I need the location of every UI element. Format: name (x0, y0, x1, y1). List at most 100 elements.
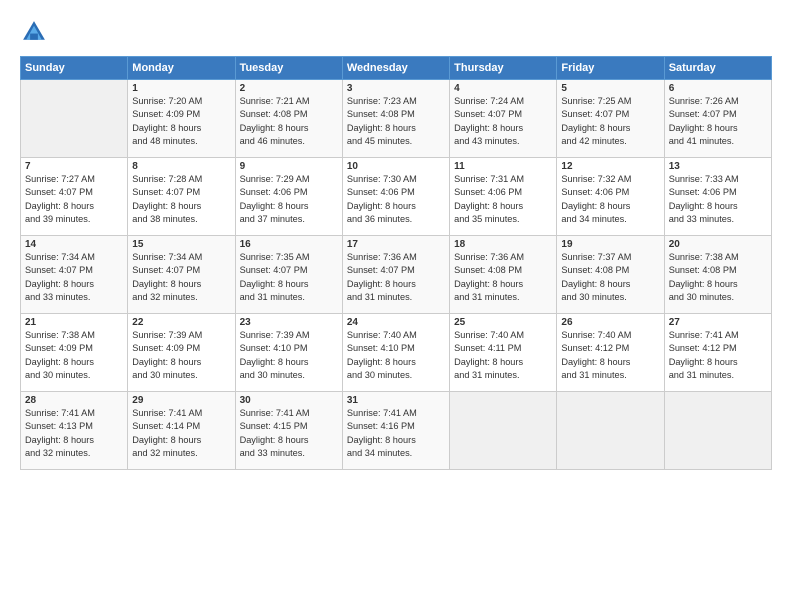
day-number: 6 (669, 83, 767, 94)
day-number: 15 (132, 239, 230, 250)
calendar-cell: 29Sunrise: 7:41 AMSunset: 4:14 PMDayligh… (128, 392, 235, 470)
col-header-monday: Monday (128, 57, 235, 80)
day-info: Sunrise: 7:38 AMSunset: 4:08 PMDaylight:… (669, 251, 767, 304)
day-info: Sunrise: 7:23 AMSunset: 4:08 PMDaylight:… (347, 95, 445, 148)
day-info: Sunrise: 7:21 AMSunset: 4:08 PMDaylight:… (240, 95, 338, 148)
week-row-3: 21Sunrise: 7:38 AMSunset: 4:09 PMDayligh… (21, 314, 772, 392)
calendar-cell: 7Sunrise: 7:27 AMSunset: 4:07 PMDaylight… (21, 158, 128, 236)
col-header-saturday: Saturday (664, 57, 771, 80)
day-info: Sunrise: 7:29 AMSunset: 4:06 PMDaylight:… (240, 173, 338, 226)
day-number: 9 (240, 161, 338, 172)
day-info: Sunrise: 7:20 AMSunset: 4:09 PMDaylight:… (132, 95, 230, 148)
day-number: 22 (132, 317, 230, 328)
day-number: 21 (25, 317, 123, 328)
calendar-header-row: SundayMondayTuesdayWednesdayThursdayFrid… (21, 57, 772, 80)
calendar-cell (21, 80, 128, 158)
col-header-friday: Friday (557, 57, 664, 80)
calendar-cell: 13Sunrise: 7:33 AMSunset: 4:06 PMDayligh… (664, 158, 771, 236)
page: SundayMondayTuesdayWednesdayThursdayFrid… (0, 0, 792, 612)
day-info: Sunrise: 7:37 AMSunset: 4:08 PMDaylight:… (561, 251, 659, 304)
calendar-cell: 26Sunrise: 7:40 AMSunset: 4:12 PMDayligh… (557, 314, 664, 392)
day-info: Sunrise: 7:28 AMSunset: 4:07 PMDaylight:… (132, 173, 230, 226)
calendar-cell (664, 392, 771, 470)
calendar-cell: 4Sunrise: 7:24 AMSunset: 4:07 PMDaylight… (450, 80, 557, 158)
logo (20, 18, 54, 46)
day-number: 24 (347, 317, 445, 328)
week-row-1: 7Sunrise: 7:27 AMSunset: 4:07 PMDaylight… (21, 158, 772, 236)
day-info: Sunrise: 7:31 AMSunset: 4:06 PMDaylight:… (454, 173, 552, 226)
day-number: 13 (669, 161, 767, 172)
calendar-cell: 12Sunrise: 7:32 AMSunset: 4:06 PMDayligh… (557, 158, 664, 236)
calendar-cell: 11Sunrise: 7:31 AMSunset: 4:06 PMDayligh… (450, 158, 557, 236)
calendar-cell: 31Sunrise: 7:41 AMSunset: 4:16 PMDayligh… (342, 392, 449, 470)
calendar-cell: 20Sunrise: 7:38 AMSunset: 4:08 PMDayligh… (664, 236, 771, 314)
day-info: Sunrise: 7:40 AMSunset: 4:12 PMDaylight:… (561, 329, 659, 382)
day-number: 19 (561, 239, 659, 250)
day-number: 26 (561, 317, 659, 328)
calendar-cell: 28Sunrise: 7:41 AMSunset: 4:13 PMDayligh… (21, 392, 128, 470)
day-info: Sunrise: 7:40 AMSunset: 4:11 PMDaylight:… (454, 329, 552, 382)
day-number: 17 (347, 239, 445, 250)
day-number: 29 (132, 395, 230, 406)
calendar-cell: 5Sunrise: 7:25 AMSunset: 4:07 PMDaylight… (557, 80, 664, 158)
week-row-0: 1Sunrise: 7:20 AMSunset: 4:09 PMDaylight… (21, 80, 772, 158)
day-info: Sunrise: 7:32 AMSunset: 4:06 PMDaylight:… (561, 173, 659, 226)
day-info: Sunrise: 7:39 AMSunset: 4:10 PMDaylight:… (240, 329, 338, 382)
day-number: 28 (25, 395, 123, 406)
calendar-table: SundayMondayTuesdayWednesdayThursdayFrid… (20, 56, 772, 470)
calendar-cell: 9Sunrise: 7:29 AMSunset: 4:06 PMDaylight… (235, 158, 342, 236)
calendar-cell: 3Sunrise: 7:23 AMSunset: 4:08 PMDaylight… (342, 80, 449, 158)
day-info: Sunrise: 7:41 AMSunset: 4:15 PMDaylight:… (240, 407, 338, 460)
day-number: 31 (347, 395, 445, 406)
calendar-cell: 30Sunrise: 7:41 AMSunset: 4:15 PMDayligh… (235, 392, 342, 470)
col-header-thursday: Thursday (450, 57, 557, 80)
week-row-4: 28Sunrise: 7:41 AMSunset: 4:13 PMDayligh… (21, 392, 772, 470)
calendar-cell: 24Sunrise: 7:40 AMSunset: 4:10 PMDayligh… (342, 314, 449, 392)
calendar-cell: 19Sunrise: 7:37 AMSunset: 4:08 PMDayligh… (557, 236, 664, 314)
calendar-cell: 17Sunrise: 7:36 AMSunset: 4:07 PMDayligh… (342, 236, 449, 314)
week-row-2: 14Sunrise: 7:34 AMSunset: 4:07 PMDayligh… (21, 236, 772, 314)
calendar-cell: 1Sunrise: 7:20 AMSunset: 4:09 PMDaylight… (128, 80, 235, 158)
day-number: 7 (25, 161, 123, 172)
day-number: 27 (669, 317, 767, 328)
day-number: 16 (240, 239, 338, 250)
col-header-wednesday: Wednesday (342, 57, 449, 80)
day-info: Sunrise: 7:27 AMSunset: 4:07 PMDaylight:… (25, 173, 123, 226)
calendar-cell: 10Sunrise: 7:30 AMSunset: 4:06 PMDayligh… (342, 158, 449, 236)
day-info: Sunrise: 7:41 AMSunset: 4:12 PMDaylight:… (669, 329, 767, 382)
day-info: Sunrise: 7:38 AMSunset: 4:09 PMDaylight:… (25, 329, 123, 382)
day-info: Sunrise: 7:33 AMSunset: 4:06 PMDaylight:… (669, 173, 767, 226)
day-number: 2 (240, 83, 338, 94)
calendar-body: 1Sunrise: 7:20 AMSunset: 4:09 PMDaylight… (21, 80, 772, 470)
calendar-cell: 14Sunrise: 7:34 AMSunset: 4:07 PMDayligh… (21, 236, 128, 314)
day-number: 5 (561, 83, 659, 94)
day-number: 23 (240, 317, 338, 328)
calendar-cell: 16Sunrise: 7:35 AMSunset: 4:07 PMDayligh… (235, 236, 342, 314)
calendar-cell (450, 392, 557, 470)
day-number: 8 (132, 161, 230, 172)
header (20, 18, 772, 46)
calendar-cell: 2Sunrise: 7:21 AMSunset: 4:08 PMDaylight… (235, 80, 342, 158)
calendar-cell: 23Sunrise: 7:39 AMSunset: 4:10 PMDayligh… (235, 314, 342, 392)
day-info: Sunrise: 7:26 AMSunset: 4:07 PMDaylight:… (669, 95, 767, 148)
day-number: 20 (669, 239, 767, 250)
day-number: 11 (454, 161, 552, 172)
day-info: Sunrise: 7:35 AMSunset: 4:07 PMDaylight:… (240, 251, 338, 304)
col-header-tuesday: Tuesday (235, 57, 342, 80)
day-info: Sunrise: 7:41 AMSunset: 4:16 PMDaylight:… (347, 407, 445, 460)
day-number: 30 (240, 395, 338, 406)
day-number: 3 (347, 83, 445, 94)
day-info: Sunrise: 7:25 AMSunset: 4:07 PMDaylight:… (561, 95, 659, 148)
day-info: Sunrise: 7:36 AMSunset: 4:07 PMDaylight:… (347, 251, 445, 304)
calendar-cell: 6Sunrise: 7:26 AMSunset: 4:07 PMDaylight… (664, 80, 771, 158)
day-info: Sunrise: 7:41 AMSunset: 4:13 PMDaylight:… (25, 407, 123, 460)
calendar-cell: 27Sunrise: 7:41 AMSunset: 4:12 PMDayligh… (664, 314, 771, 392)
day-info: Sunrise: 7:41 AMSunset: 4:14 PMDaylight:… (132, 407, 230, 460)
day-info: Sunrise: 7:34 AMSunset: 4:07 PMDaylight:… (132, 251, 230, 304)
day-number: 1 (132, 83, 230, 94)
day-info: Sunrise: 7:40 AMSunset: 4:10 PMDaylight:… (347, 329, 445, 382)
day-info: Sunrise: 7:39 AMSunset: 4:09 PMDaylight:… (132, 329, 230, 382)
day-info: Sunrise: 7:34 AMSunset: 4:07 PMDaylight:… (25, 251, 123, 304)
col-header-sunday: Sunday (21, 57, 128, 80)
calendar-cell (557, 392, 664, 470)
